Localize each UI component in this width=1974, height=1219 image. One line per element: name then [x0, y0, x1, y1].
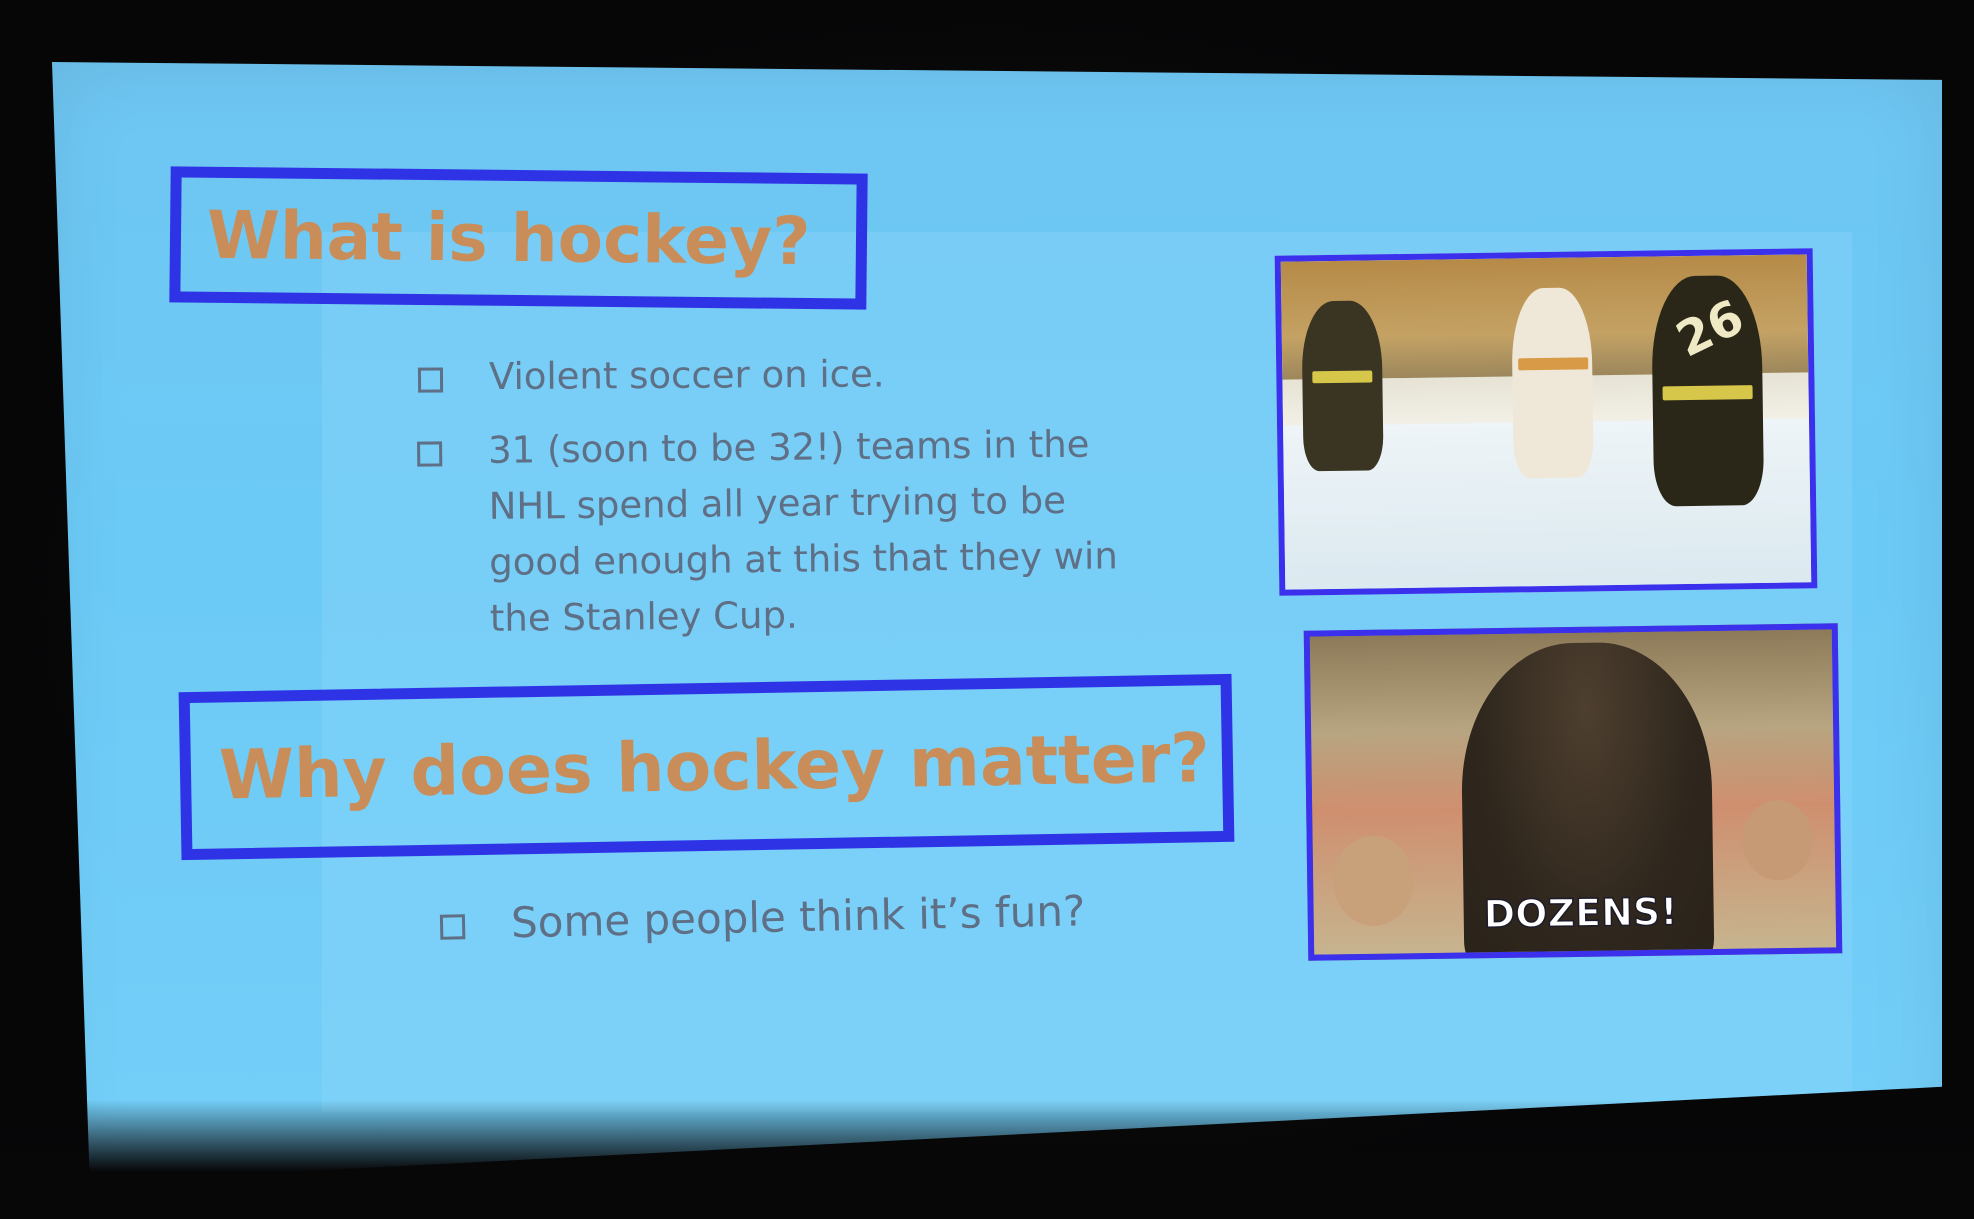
heading-what-is-hockey: What is hockey?: [169, 166, 868, 310]
floor-shadow: [0, 1100, 1974, 1219]
meme-caption: DOZENS!: [1483, 889, 1679, 937]
heading-text: Why does hockey matter?: [218, 718, 1211, 816]
bullet-item: 31 (soon to be 32!) teams in the NHL spe…: [417, 416, 1119, 647]
jersey-stripe: [1662, 385, 1753, 401]
player-left: [1301, 300, 1384, 472]
checkbox-bullet-icon: [417, 367, 444, 393]
player-center: [1511, 287, 1594, 479]
dozens-meme-photo: DOZENS!: [1303, 623, 1843, 961]
jersey-stripe: [1518, 357, 1589, 371]
hockey-game-photo: 26: [1274, 248, 1818, 596]
bullet-item: Violent soccer on ice.: [417, 346, 885, 405]
heading-why-does-hockey-matter: Why does hockey matter?: [178, 673, 1235, 861]
projection-scene: What is hockey? Violent soccer on ice. 3…: [0, 0, 1974, 1219]
checkbox-bullet-icon: [439, 914, 466, 940]
checkbox-bullet-icon: [417, 441, 443, 467]
bullet-text: Violent soccer on ice.: [488, 352, 885, 399]
heading-text: What is hockey?: [206, 196, 811, 280]
jersey-stripe: [1312, 370, 1373, 384]
bullet-text: 31 (soon to be 32!) teams in the NHL spe…: [487, 422, 1118, 640]
